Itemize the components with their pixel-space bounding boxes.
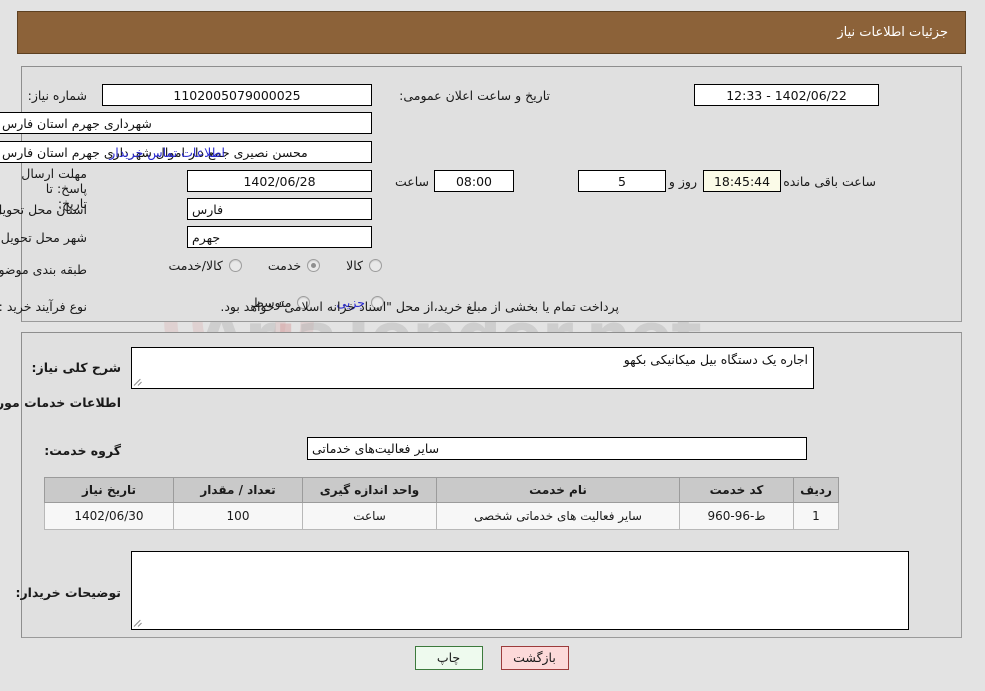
announce-datetime-field[interactable]: 1402/06/22 - 12:33 (695, 84, 880, 106)
purchase-process-label: نوع فرآیند خرید : (0, 299, 88, 314)
delivery-province-field[interactable]: فارس (188, 198, 373, 220)
col-quantity: تعداد / مقدار (174, 477, 304, 503)
purchase-process-note: پرداخت تمام یا بخشی از مبلغ خرید،از محل … (221, 299, 620, 314)
remaining-hours-label: ساعت باقی مانده (784, 174, 877, 189)
remaining-days-label: روز و (669, 174, 698, 189)
need-number-label: شماره نیاز: (28, 88, 88, 103)
page-title: جزئیات اطلاعات نیاز (838, 25, 949, 40)
col-row-no: ردیف (794, 477, 840, 503)
subject-category-radio-group[interactable]: کالا خدمت کالا/خدمت (143, 258, 383, 273)
delivery-city-label: شهر محل تحویل: (0, 230, 88, 245)
general-description-textarea[interactable]: اجاره یک دستگاه بیل میکانیکی بکهو (132, 347, 815, 389)
table-header-row: ردیف کد خدمت نام خدمت واحد اندازه گیری ت… (45, 477, 840, 503)
subject-category-label: طبقه بندی موضوعی: (0, 262, 88, 277)
service-group-label: گروه خدمت: (45, 443, 122, 458)
resize-grip-icon[interactable] (134, 618, 145, 628)
back-button[interactable]: بازگشت (501, 646, 570, 670)
subject-category-option-2[interactable]: کالا/خدمت (169, 258, 243, 273)
general-description-label: شرح کلی نیاز: (32, 360, 122, 375)
subject-category-option-1[interactable]: خدمت (268, 258, 322, 273)
col-service-name: نام خدمت (437, 477, 681, 503)
deadline-date-field[interactable]: 1402/06/28 (188, 170, 373, 192)
general-description-value: اجاره یک دستگاه بیل میکانیکی بکهو (624, 352, 809, 367)
cell-service-name: سایر فعالیت های خدماتی شخصی (437, 502, 681, 530)
subject-category-radio-icon-0[interactable] (370, 259, 383, 272)
buyer-notes-textarea[interactable] (132, 551, 910, 630)
table-row[interactable]: 1 ط-96-960 سایر فعالیت های خدماتی شخصی س… (45, 502, 840, 530)
subject-category-option-label-0: کالا (347, 258, 364, 273)
buyer-contact-link[interactable]: اطلاعات تماس خریدار (110, 145, 226, 160)
buyer-notes-label: توضیحات خریدار: (16, 585, 122, 600)
subject-category-radio-icon-2[interactable] (229, 259, 243, 272)
subject-category-radio-icon-1[interactable] (308, 259, 322, 272)
delivery-city-field[interactable]: جهرم (188, 226, 373, 248)
cell-need-date: 1402/06/30 (45, 502, 175, 530)
services-info-heading: اطلاعات خدمات مورد نیاز (0, 395, 122, 410)
cell-row-no: 1 (794, 502, 840, 530)
cell-service-code: ط-96-960 (680, 502, 795, 530)
page-header: جزئیات اطلاعات نیاز (18, 11, 967, 54)
col-need-date: تاریخ نیاز (45, 477, 175, 503)
subject-category-option-label-2: کالا/خدمت (169, 258, 224, 273)
countdown-timer-field: 18:45:44 (704, 170, 782, 192)
subject-category-option-label-1: خدمت (268, 258, 303, 273)
remaining-days-field[interactable]: 5 (579, 170, 667, 192)
need-number-field[interactable]: 1102005079000025 (103, 84, 373, 106)
delivery-province-label: استان محل تحویل: (0, 202, 88, 217)
print-button[interactable]: چاپ (415, 646, 484, 670)
action-button-row: بازگشت چاپ (0, 646, 985, 670)
resize-grip-icon[interactable] (134, 377, 145, 387)
col-unit: واحد اندازه گیری (303, 477, 438, 503)
subject-category-option-0[interactable]: کالا (347, 258, 383, 273)
cell-unit: ساعت (303, 502, 438, 530)
cell-quantity: 100 (174, 502, 304, 530)
service-group-field[interactable]: سایر فعالیت‌های خدماتی (308, 437, 808, 460)
services-table: ردیف کد خدمت نام خدمت واحد اندازه گیری ت… (45, 477, 840, 530)
col-service-code: کد خدمت (680, 477, 795, 503)
announce-datetime-label: تاریخ و ساعت اعلان عمومی: (400, 88, 551, 103)
buyer-org-field[interactable]: شهرداری جهرم استان فارس (0, 112, 373, 134)
deadline-hour-label: ساعت (395, 174, 430, 189)
deadline-time-field[interactable]: 08:00 (435, 170, 515, 192)
